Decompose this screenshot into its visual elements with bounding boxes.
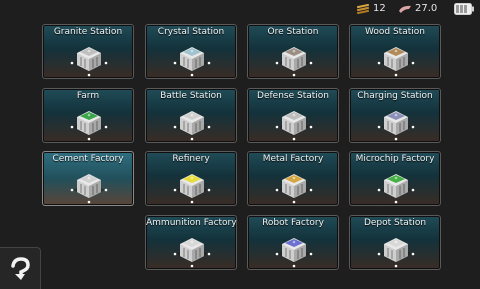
- station-tile-wood-station[interactable]: Wood Station: [349, 24, 441, 79]
- station-tile-ore-station[interactable]: Ore Station: [247, 24, 339, 79]
- station-label: Battle Station: [160, 91, 222, 101]
- station-tile-charging-station[interactable]: Charging Station: [349, 88, 441, 143]
- defense-station-icon: [275, 111, 313, 141]
- station-label: Granite Station: [53, 27, 123, 37]
- farm-icon: [70, 111, 108, 141]
- station-label: Cement Factory: [52, 154, 124, 164]
- station-label: Defense Station: [257, 91, 329, 101]
- resource-counter-1-value: 12: [373, 3, 386, 14]
- station-label: Ammunition Factory: [146, 218, 237, 228]
- resource-counter-2-value: 27.0: [415, 3, 438, 14]
- energy-icon: [399, 5, 411, 13]
- ammunition-factory-icon: [173, 238, 211, 268]
- station-tile-battle-station[interactable]: Battle Station: [145, 88, 237, 143]
- refinery-icon: [173, 174, 211, 204]
- charging-station-icon: [377, 111, 415, 141]
- station-tile-granite-station[interactable]: Granite Station: [42, 24, 134, 79]
- station-label: Charging Station: [357, 91, 433, 101]
- station-tile-robot-factory[interactable]: Robot Factory: [247, 215, 339, 270]
- station-label: Wood Station: [365, 27, 425, 37]
- station-tile-refinery[interactable]: Refinery: [145, 151, 237, 206]
- station-label: Robot Factory: [262, 218, 324, 228]
- station-tile-ammunition-factory[interactable]: Ammunition Factory: [145, 215, 237, 270]
- station-tile-defense-station[interactable]: Defense Station: [247, 88, 339, 143]
- station-tile-farm[interactable]: Farm: [42, 88, 134, 143]
- status-bar: 12 27.0: [340, 0, 480, 20]
- station-label: Ore Station: [267, 27, 319, 37]
- metal-factory-icon: [275, 174, 313, 204]
- battle-station-icon: [173, 111, 211, 141]
- station-tile-microchip-factory[interactable]: Microchip Factory: [349, 151, 441, 206]
- cement-factory-icon: [70, 174, 108, 204]
- resource-counter-2: 27.0: [398, 3, 437, 14]
- station-tile-depot-station[interactable]: Depot Station: [349, 215, 441, 270]
- ore-station-icon: [275, 47, 313, 77]
- wood-station-icon: [377, 47, 415, 77]
- battery-icon: [454, 3, 474, 15]
- station-label: Microchip Factory: [355, 154, 435, 164]
- crystal-station-icon: [173, 47, 211, 77]
- resource-counter-1: 12: [356, 3, 386, 14]
- station-label: Crystal Station: [157, 27, 225, 37]
- station-label: Farm: [76, 91, 100, 101]
- microchip-factory-icon: [377, 174, 415, 204]
- granite-station-icon: [70, 47, 108, 77]
- depot-station-icon: [377, 238, 415, 268]
- station-label: Metal Factory: [262, 154, 324, 164]
- station-label: Refinery: [172, 154, 210, 164]
- station-tile-metal-factory[interactable]: Metal Factory: [247, 151, 339, 206]
- help-arrow-icon: [11, 256, 30, 280]
- station-label: Depot Station: [363, 218, 427, 228]
- robot-factory-icon: [275, 238, 313, 268]
- station-tile-cement-factory[interactable]: Cement Factory: [42, 151, 134, 206]
- help-button[interactable]: [0, 247, 41, 289]
- resource-bars-icon: [356, 3, 370, 14]
- station-tile-crystal-station[interactable]: Crystal Station: [145, 24, 237, 79]
